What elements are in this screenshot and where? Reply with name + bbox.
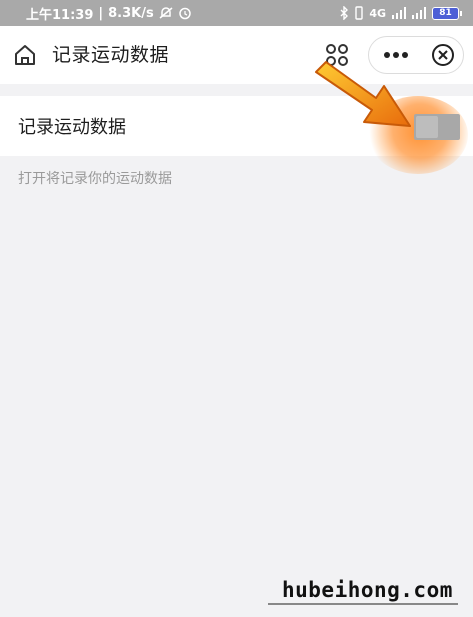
battery-icon: 81 — [432, 6, 462, 20]
status-speed: 8.3K/s — [108, 5, 154, 21]
bluetooth-icon — [340, 6, 349, 20]
signal-icon — [392, 7, 406, 19]
signal-icon-2 — [412, 7, 426, 19]
battery-level: 81 — [439, 8, 452, 18]
status-left: 上午11:39 | 8.3K/s — [26, 4, 192, 23]
vibrate-icon — [355, 6, 364, 20]
page-title: 记录运动数据 — [52, 44, 170, 66]
mute-icon — [159, 7, 173, 19]
status-divider: | — [98, 5, 104, 21]
alarm-icon — [178, 7, 191, 20]
home-icon[interactable] — [12, 42, 38, 68]
status-time: 上午11:39 — [26, 7, 94, 23]
status-bar: 上午11:39 | 8.3K/s 4G 81 — [0, 0, 473, 26]
watermark: hubeihong.com — [282, 578, 453, 602]
setting-hint: 打开将记录你的运动数据 — [18, 171, 172, 187]
watermark-underline — [268, 603, 458, 605]
status-right: 4G 81 — [339, 6, 462, 20]
arrow-annotation — [315, 61, 411, 127]
setting-label: 记录运动数据 — [18, 117, 126, 138]
network-type: 4G — [369, 6, 386, 20]
close-icon — [432, 44, 454, 66]
